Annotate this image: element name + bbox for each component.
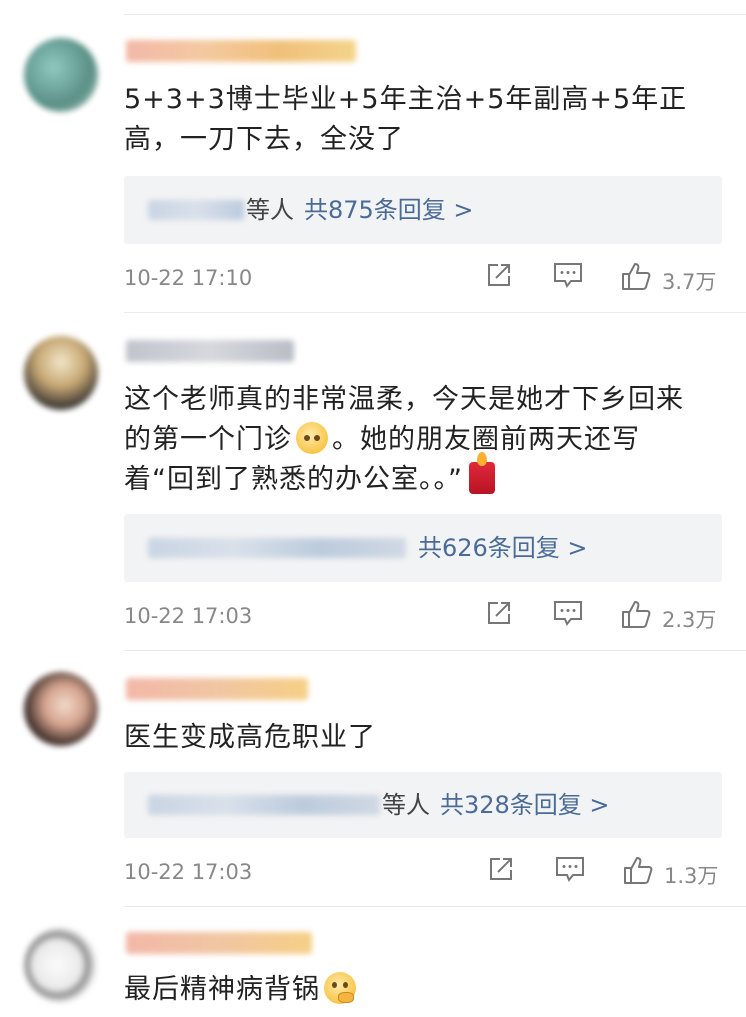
username-blurred[interactable] bbox=[126, 932, 312, 954]
avatar[interactable] bbox=[24, 336, 98, 410]
comment-text: 这个老师真的非常温柔，今天是她才下乡回来的第一个门诊 。她的朋友圈前两天还写着“… bbox=[124, 380, 706, 500]
comment-text-content: 5+3+3博士毕业+5年主治+5年副高+5年正高，一刀下去，全没了 bbox=[124, 84, 688, 155]
thinking-face-icon bbox=[324, 972, 356, 1004]
like-count: 2.3万 bbox=[662, 608, 717, 632]
comment-text: 5+3+3博士毕业+5年主治+5年副高+5年正高，一刀下去，全没了 bbox=[124, 80, 726, 160]
comment-icon[interactable] bbox=[554, 854, 586, 884]
avatar[interactable] bbox=[24, 38, 98, 112]
comment-icon[interactable] bbox=[552, 260, 584, 290]
comment-icon[interactable] bbox=[552, 598, 584, 628]
replies-box[interactable]: 等人 共875条回复 > bbox=[124, 176, 722, 244]
reply-count-link[interactable]: 共626条回复 > bbox=[418, 534, 588, 562]
reply-count-link[interactable]: 共328条回复 > bbox=[440, 791, 610, 819]
top-divider bbox=[124, 14, 746, 15]
thumbs-up-icon[interactable] bbox=[622, 854, 654, 886]
reply-usernames-blurred bbox=[148, 200, 244, 220]
avatar[interactable] bbox=[24, 928, 98, 1002]
divider bbox=[124, 906, 746, 907]
username-blurred[interactable] bbox=[126, 340, 294, 362]
timestamp: 10-22 17:10 bbox=[124, 266, 253, 290]
comment-text: 最后精神病背锅 bbox=[124, 970, 726, 1010]
replies-box[interactable]: 共626条回复 > bbox=[124, 514, 722, 582]
timestamp: 10-22 17:03 bbox=[124, 860, 253, 884]
username-blurred[interactable] bbox=[126, 678, 308, 700]
thumbs-up-icon[interactable] bbox=[620, 598, 652, 630]
thumbs-up-icon[interactable] bbox=[620, 260, 652, 292]
reply-count-link[interactable]: 共875条回复 > bbox=[304, 196, 474, 224]
share-icon[interactable] bbox=[486, 854, 516, 884]
comment-text-content: 医生变成高危职业了 bbox=[124, 722, 376, 753]
comment-meta: 10-22 17:03 2.3万 bbox=[124, 598, 722, 638]
reply-usernames-blurred bbox=[148, 795, 380, 815]
divider bbox=[124, 650, 746, 651]
pleading-face-icon bbox=[296, 422, 328, 454]
reply-others: 等人 bbox=[382, 791, 430, 819]
timestamp: 10-22 17:03 bbox=[124, 604, 253, 628]
like-count: 3.7万 bbox=[662, 270, 717, 294]
reply-others: 等人 bbox=[246, 196, 294, 224]
like-count: 1.3万 bbox=[664, 864, 719, 888]
share-icon[interactable] bbox=[484, 598, 514, 628]
username-blurred[interactable] bbox=[126, 40, 356, 62]
comment-meta: 10-22 17:10 3.7万 bbox=[124, 260, 722, 300]
reply-usernames-blurred bbox=[148, 538, 406, 558]
replies-box[interactable]: 等人 共328条回复 > bbox=[124, 772, 722, 838]
avatar[interactable] bbox=[24, 672, 98, 746]
candle-icon bbox=[468, 452, 495, 494]
comment-text: 医生变成高危职业了 bbox=[124, 718, 726, 758]
comment-meta: 10-22 17:03 1.3万 bbox=[124, 854, 722, 894]
share-icon[interactable] bbox=[484, 260, 514, 290]
comment-text-content: 最后精神病背锅 bbox=[124, 974, 320, 1005]
divider bbox=[124, 312, 746, 313]
